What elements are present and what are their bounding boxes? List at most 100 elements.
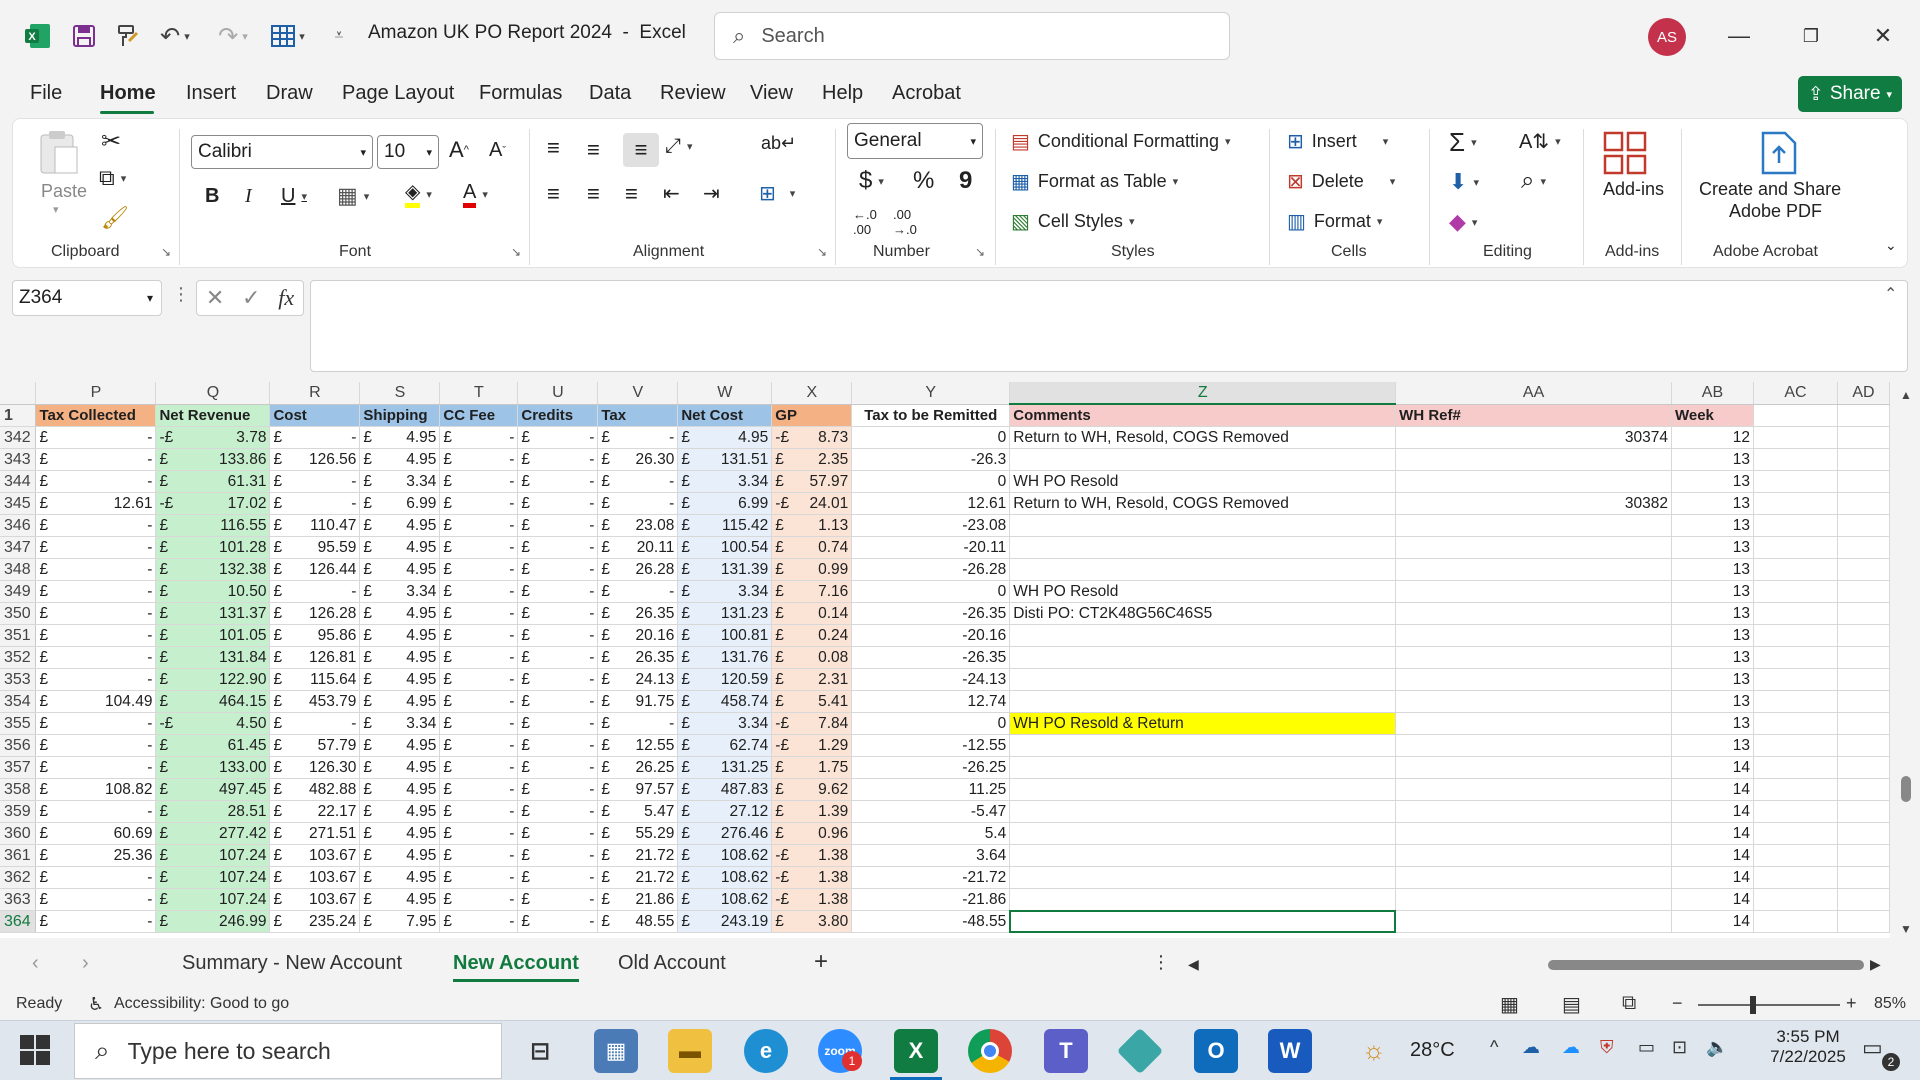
cell-tax[interactable]: £ - bbox=[597, 492, 679, 515]
cell-ad[interactable] bbox=[1837, 624, 1890, 647]
create-share-pdf-button[interactable]: Create and Share bbox=[1699, 179, 1841, 200]
cell-ac[interactable] bbox=[1753, 426, 1838, 449]
row-header[interactable]: 346 bbox=[0, 514, 37, 537]
cell-tax-collected[interactable]: £ - bbox=[35, 580, 157, 603]
header-cell-z[interactable]: Comments bbox=[1009, 404, 1397, 427]
cell-wh-ref[interactable] bbox=[1395, 734, 1672, 757]
cell-net-cost[interactable]: £276.46 bbox=[677, 822, 773, 845]
cell-tax[interactable]: £97.57 bbox=[597, 778, 679, 801]
cell-net-cost[interactable]: £62.74 bbox=[677, 734, 773, 757]
column-header-r[interactable]: R bbox=[269, 382, 361, 405]
cell-cost[interactable]: £453.79 bbox=[269, 690, 361, 713]
cell-ad[interactable] bbox=[1837, 866, 1890, 889]
cell-week[interactable]: 13 bbox=[1671, 624, 1754, 647]
chrome-icon[interactable] bbox=[968, 1029, 1012, 1073]
cell-tax-to-be-remitted[interactable]: -12.55 bbox=[851, 734, 1011, 757]
cell-week[interactable]: 13 bbox=[1671, 580, 1754, 603]
share-button[interactable]: ⇪ Share ▾ bbox=[1798, 76, 1902, 112]
cell-wh-ref[interactable] bbox=[1395, 470, 1672, 493]
zoom-in-icon[interactable]: + bbox=[1846, 993, 1857, 1014]
cell-tax[interactable]: £26.35 bbox=[597, 602, 679, 625]
tab-draw[interactable]: Draw bbox=[266, 82, 313, 105]
cell-net-revenue[interactable]: £131.37 bbox=[155, 602, 271, 625]
row-header[interactable]: 345 bbox=[0, 492, 37, 515]
cell-shipping[interactable]: £4.95 bbox=[359, 888, 441, 911]
column-header-z[interactable]: Z bbox=[1009, 382, 1397, 405]
cell-net-revenue[interactable]: £131.84 bbox=[155, 646, 271, 669]
zoom-out-icon[interactable]: − bbox=[1672, 993, 1683, 1014]
cell-tax-to-be-remitted[interactable]: 0 bbox=[851, 580, 1011, 603]
cell-comments[interactable] bbox=[1009, 514, 1397, 537]
cell-tax[interactable]: £20.16 bbox=[597, 624, 679, 647]
tab-acrobat[interactable]: Acrobat bbox=[892, 82, 961, 105]
app-diamond-icon[interactable] bbox=[1116, 1027, 1164, 1075]
cell-comments[interactable] bbox=[1009, 448, 1397, 471]
cell-week[interactable]: 13 bbox=[1671, 690, 1754, 713]
align-middle-icon[interactable]: ≡ bbox=[587, 137, 600, 163]
cell-net-cost[interactable]: £100.54 bbox=[677, 536, 773, 559]
cell-ad[interactable] bbox=[1837, 844, 1890, 867]
cell-ac[interactable] bbox=[1753, 558, 1838, 581]
cell-shipping[interactable]: £3.34 bbox=[359, 470, 441, 493]
header-cell-r[interactable]: Cost bbox=[269, 404, 361, 427]
cell-tax-to-be-remitted[interactable]: -21.72 bbox=[851, 866, 1011, 889]
format-painter-icon[interactable] bbox=[110, 18, 146, 54]
cell-credits[interactable]: £ - bbox=[517, 690, 599, 713]
cell-ad[interactable] bbox=[1837, 712, 1890, 735]
cell-tax-to-be-remitted[interactable]: -5.47 bbox=[851, 800, 1011, 823]
row-header[interactable]: 343 bbox=[0, 448, 37, 471]
table-icon[interactable]: ▾ bbox=[264, 18, 312, 54]
cell-cc-fee[interactable]: £ - bbox=[439, 602, 519, 625]
save-icon[interactable] bbox=[66, 18, 102, 54]
cell-week[interactable]: 14 bbox=[1671, 822, 1754, 845]
cell-comments[interactable] bbox=[1009, 888, 1397, 911]
bold-icon[interactable]: B bbox=[205, 185, 219, 208]
cell-cc-fee[interactable]: £ - bbox=[439, 558, 519, 581]
sheet-tab-new-account[interactable]: New Account bbox=[453, 952, 579, 982]
header-cell-w[interactable]: Net Cost bbox=[677, 404, 773, 427]
cell-ac[interactable] bbox=[1753, 734, 1838, 757]
column-header-x[interactable]: X bbox=[771, 382, 853, 405]
cell-week[interactable]: 13 bbox=[1671, 734, 1754, 757]
cell-tax-to-be-remitted[interactable]: 3.64 bbox=[851, 844, 1011, 867]
header-cell-ac[interactable] bbox=[1753, 404, 1838, 427]
cell-cost[interactable]: £271.51 bbox=[269, 822, 361, 845]
cell-tax-to-be-remitted[interactable]: -26.35 bbox=[851, 602, 1011, 625]
cell-net-revenue[interactable]: £122.90 bbox=[155, 668, 271, 691]
cell-tax-collected[interactable]: £ - bbox=[35, 426, 157, 449]
cell-gp[interactable]: -£ 7.84 bbox=[771, 712, 853, 735]
cell-cost[interactable]: £57.79 bbox=[269, 734, 361, 757]
comma-style-icon[interactable]: 9 bbox=[959, 167, 972, 195]
cell-comments[interactable]: Disti PO: CT2K48G56C46S5 bbox=[1009, 602, 1397, 625]
select-all-corner[interactable] bbox=[0, 382, 37, 405]
font-launcher-icon[interactable]: ↘ bbox=[511, 245, 521, 259]
cell-comments[interactable] bbox=[1009, 690, 1397, 713]
cell-cost[interactable]: £110.47 bbox=[269, 514, 361, 537]
more-options-icon[interactable]: ⋮ bbox=[172, 284, 190, 305]
cell-cc-fee[interactable]: £ - bbox=[439, 910, 519, 933]
cell-tax-collected[interactable]: £12.61 bbox=[35, 492, 157, 515]
cell-net-cost[interactable]: £131.76 bbox=[677, 646, 773, 669]
cell-net-revenue[interactable]: £107.24 bbox=[155, 844, 271, 867]
cell-net-cost[interactable]: £4.95 bbox=[677, 426, 773, 449]
cell-tax[interactable]: £ - bbox=[597, 580, 679, 603]
cell-cost[interactable]: £ - bbox=[269, 426, 361, 449]
scroll-down-icon[interactable]: ▼ bbox=[1900, 922, 1912, 936]
cell-week[interactable]: 14 bbox=[1671, 866, 1754, 889]
cell-comments[interactable] bbox=[1009, 910, 1397, 933]
cell-wh-ref[interactable] bbox=[1395, 800, 1672, 823]
cell-tax-to-be-remitted[interactable]: -23.08 bbox=[851, 514, 1011, 537]
cell-wh-ref[interactable] bbox=[1395, 602, 1672, 625]
restore-icon[interactable]: ❐ bbox=[1786, 14, 1836, 58]
cell-ac[interactable] bbox=[1753, 602, 1838, 625]
cell-cc-fee[interactable]: £ - bbox=[439, 712, 519, 735]
create-share-pdf-button-line2[interactable]: Adobe PDF bbox=[1729, 201, 1822, 222]
cell-net-cost[interactable]: £115.42 bbox=[677, 514, 773, 537]
cell-shipping[interactable]: £4.95 bbox=[359, 822, 441, 845]
cell-comments[interactable] bbox=[1009, 822, 1397, 845]
delete-cells-button[interactable]: ⊠ Delete ▾ bbox=[1287, 169, 1395, 194]
tab-review[interactable]: Review bbox=[660, 82, 726, 105]
cell-ad[interactable] bbox=[1837, 492, 1890, 515]
cell-week[interactable]: 13 bbox=[1671, 558, 1754, 581]
cell-tax-collected[interactable]: £ - bbox=[35, 602, 157, 625]
